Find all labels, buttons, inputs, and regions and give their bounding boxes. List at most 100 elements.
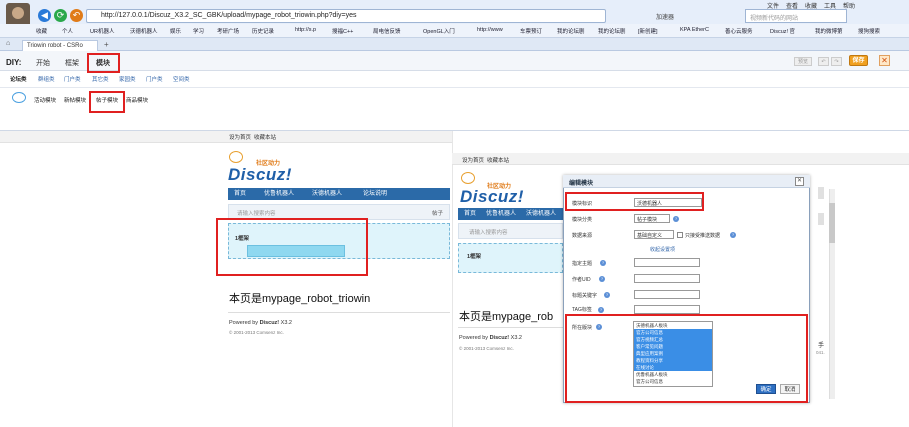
bookmark-item[interactable]: 我的微博第	[815, 27, 843, 35]
bookmark-item[interactable]: 我的论坛剧	[598, 27, 626, 35]
help-icon[interactable]: ?	[730, 232, 736, 238]
forum-option[interactable]: 官方视频汇总	[634, 336, 712, 343]
nav-forum-info[interactable]: 论坛说明	[363, 188, 387, 200]
tab-frame[interactable]: 框架	[65, 58, 79, 68]
bookmark-item[interactable]: 搜狗搜索	[858, 27, 880, 35]
tab-start[interactable]: 开始	[36, 58, 50, 68]
bookmark-item[interactable]: 个人	[62, 27, 73, 35]
home-icon[interactable]: ⌂	[6, 40, 10, 47]
ok-button[interactable]: 确定	[756, 384, 776, 394]
bookmark-item[interactable]: 局电信反馈	[373, 27, 401, 35]
bookmark-item[interactable]: [新创建]	[638, 27, 658, 35]
redo-button[interactable]: ↷	[831, 57, 842, 66]
bookmark-item[interactable]: 我的论坛剧	[557, 27, 585, 35]
bookmark-item[interactable]: http://s.p	[295, 27, 316, 33]
frame-column[interactable]	[247, 245, 345, 257]
nav-wode-robot[interactable]: 沃德机器人	[312, 188, 342, 200]
undo-icon[interactable]: ↶	[70, 9, 83, 22]
dialog-close-icon[interactable]: ✕	[795, 177, 804, 186]
bookmark-item[interactable]: 善心云服务	[725, 27, 753, 35]
set-homepage-link[interactable]: 设为首页	[229, 133, 251, 141]
forum-search-input[interactable]: 请输入搜索内容	[237, 209, 276, 217]
help-icon[interactable]: ?	[599, 276, 605, 282]
module-new-thread[interactable]: 新帖模块	[64, 96, 86, 104]
help-icon[interactable]: ?	[673, 216, 679, 222]
nav-youlu-robot[interactable]: 优鲁机器人	[264, 188, 294, 200]
subtab-forum[interactable]: 论坛类	[10, 75, 27, 83]
help-icon[interactable]: ?	[600, 260, 606, 266]
subtab-other[interactable]: 其它类	[92, 75, 109, 83]
forum-option[interactable]: 官方公司信息	[634, 378, 712, 385]
bookmark-item[interactable]: Discuz! 官	[770, 27, 795, 35]
block-title-input[interactable]: 沃德机器人	[634, 198, 702, 207]
close-diy-button[interactable]: ✕	[879, 55, 890, 66]
block-category-select[interactable]: 帖子模块	[634, 214, 670, 223]
bookmark-item[interactable]: 车票预订	[520, 27, 542, 35]
search-scope-select[interactable]: 帖子	[432, 209, 443, 217]
menu-favorites[interactable]: 收藏	[805, 1, 817, 10]
right-nav-youlu-robot[interactable]: 优鲁机器人	[486, 208, 516, 220]
bookmark-site-link[interactable]: 收藏本站	[254, 133, 276, 141]
browser-tab[interactable]: Triowin robot - CSRo	[22, 40, 98, 51]
forum-option[interactable]: 优鲁机器人板块	[634, 371, 712, 378]
right-nav-home[interactable]: 首页	[464, 208, 476, 220]
bookmark-item[interactable]: OpenGL入门	[423, 27, 455, 35]
module-thread[interactable]: 帖子模块	[96, 96, 118, 104]
bookmark-item[interactable]: 历史记录	[252, 27, 274, 35]
author-uid-input[interactable]	[634, 274, 700, 283]
right-forum-search-input[interactable]: 请输入搜索内容	[469, 228, 508, 236]
recommended-only-checkbox[interactable]	[677, 232, 683, 238]
bookmark-item[interactable]: 收藏	[36, 27, 47, 35]
bookmark-item[interactable]: 考研广场	[217, 27, 239, 35]
nav-home[interactable]: 首页	[234, 188, 246, 200]
forum-option[interactable]: 沃德机器人板块	[634, 322, 712, 329]
bookmark-item[interactable]: 学习	[193, 27, 204, 35]
data-source-select[interactable]: 基础自定义	[634, 230, 674, 239]
title-keyword-input[interactable]	[634, 290, 700, 299]
menu-help[interactable]: 帮助	[843, 1, 855, 10]
specify-topic-input[interactable]	[634, 258, 700, 267]
module-activity[interactable]: 活动模块	[34, 96, 56, 104]
right-set-homepage-link[interactable]: 设为首页	[462, 156, 484, 164]
forum-option[interactable]: 教程资料分享	[634, 357, 712, 364]
tag-input[interactable]	[634, 305, 700, 314]
forum-option[interactable]: 典型应用案例	[634, 350, 712, 357]
refresh-icon[interactable]: ⟳	[54, 9, 67, 22]
collapse-settings-link[interactable]: 收起设置项	[650, 246, 675, 253]
menu-file[interactable]: 文件	[767, 1, 779, 10]
save-button[interactable]: 保存	[849, 55, 868, 66]
right-nav-wode-robot[interactable]: 沃德机器人	[526, 208, 556, 220]
bookmark-item[interactable]: 沃德机器人	[130, 27, 158, 35]
right-site-logo[interactable]: Discuz!	[460, 187, 524, 207]
forum-option[interactable]: 在线讨论	[634, 364, 712, 371]
browser-search-input[interactable]: 视频新代码的网站	[745, 9, 847, 23]
cancel-button[interactable]: 取消	[780, 384, 800, 394]
preview-button[interactable]: 预览	[794, 57, 812, 66]
help-icon[interactable]: ?	[598, 307, 604, 313]
menu-view[interactable]: 查看	[786, 1, 798, 10]
forum-option[interactable]: 官方公司信息	[634, 329, 712, 336]
right-frame-container[interactable]: 1框架	[458, 243, 563, 273]
powered-brand[interactable]: Discuz!	[260, 320, 280, 326]
help-icon[interactable]: ?	[604, 292, 610, 298]
help-icon[interactable]: ?	[596, 324, 602, 330]
forum-option[interactable]: 客户常见问题	[634, 343, 712, 350]
back-icon[interactable]: ◀	[38, 9, 51, 22]
bookmark-item[interactable]: 娱乐	[170, 27, 181, 35]
module-goods[interactable]: 商品模块	[126, 96, 148, 104]
bookmark-item[interactable]: UR机器人	[90, 27, 114, 35]
new-tab-button[interactable]: +	[104, 40, 109, 49]
tab-module[interactable]: 模块	[96, 58, 110, 68]
right-bookmark-site-link[interactable]: 收藏本站	[487, 156, 509, 164]
subtab-home[interactable]: 家园类	[119, 75, 136, 83]
address-bar[interactable]: http://127.0.0.1/Discuz_X3.2_SC_GBK/uplo…	[86, 9, 606, 23]
bookmark-item[interactable]: KPA EtherC	[680, 27, 709, 33]
bookmark-item[interactable]: http://www	[477, 27, 503, 33]
page-scrollbar-thumb[interactable]	[829, 203, 835, 243]
subtab-portal[interactable]: 门户类	[64, 75, 81, 83]
speed-label[interactable]: 加速器	[656, 12, 674, 21]
menu-tools[interactable]: 工具	[824, 1, 836, 10]
right-powered-brand[interactable]: Discuz!	[490, 335, 510, 341]
undo-button[interactable]: ↶	[818, 57, 829, 66]
bookmark-item[interactable]: 搜福C++	[332, 27, 353, 35]
